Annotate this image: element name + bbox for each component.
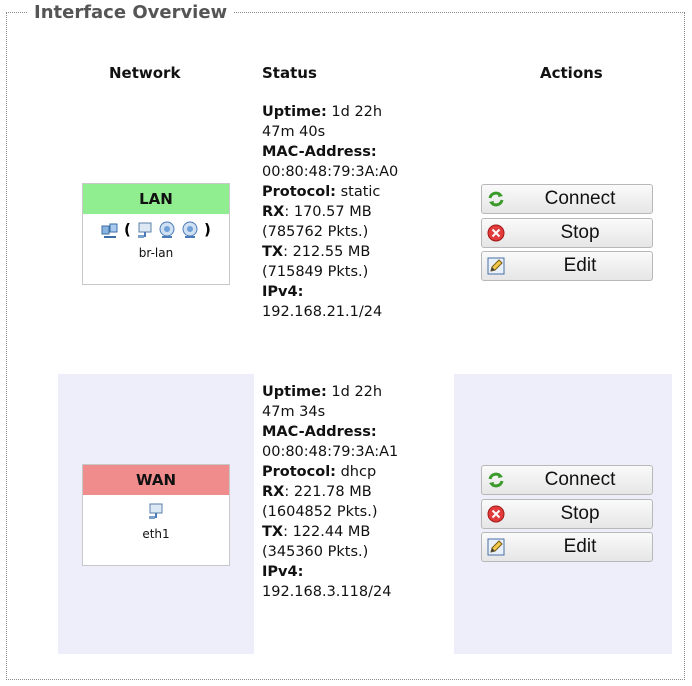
device-name: eth1: [142, 527, 170, 541]
paren-close: ): [203, 220, 211, 239]
reload-icon: [488, 472, 504, 488]
column-header-actions: Actions: [540, 64, 603, 82]
uptime-value-cont: 47m 34s: [262, 404, 326, 420]
rx-pkts: (1604852 Pkts.): [262, 504, 378, 520]
tx-value: : 212.55 MB: [283, 244, 371, 260]
network-badge-wan[interactable]: WAN eth1: [82, 464, 230, 566]
ipv4-label: IPv4:: [262, 564, 304, 580]
mac-label: MAC-Address:: [262, 144, 377, 160]
mac-label: MAC-Address:: [262, 424, 377, 440]
tx-value: : 122.44 MB: [283, 524, 371, 540]
ethernet-port-icon: [137, 222, 152, 238]
ipv4-label: IPv4:: [262, 284, 304, 300]
uptime-label: Uptime:: [262, 384, 327, 400]
lan-stop-button[interactable]: Stop: [481, 218, 653, 248]
tx-label: TX: [262, 244, 284, 260]
uptime-value-cont: 47m 40s: [262, 124, 326, 140]
wan-stop-button[interactable]: Stop: [481, 499, 653, 529]
button-label: Connect: [544, 188, 616, 209]
protocol-value: static: [340, 184, 381, 200]
device-name: br-lan: [138, 246, 174, 260]
paren-open: (: [123, 220, 131, 239]
wan-connect-button[interactable]: Connect: [481, 465, 653, 495]
rx-value: : 221.78 MB: [284, 484, 372, 500]
rx-label: RX: [262, 204, 285, 220]
wan-status: Uptime: 1d 22h 47m 34s MAC-Address: 00:8…: [262, 382, 458, 602]
mac-value: 00:80:48:79:3A:A1: [262, 444, 399, 460]
lan-status: Uptime: 1d 22h 47m 40s MAC-Address: 00:8…: [262, 102, 458, 322]
rx-label: RX: [262, 484, 285, 500]
network-name: LAN: [83, 184, 229, 214]
rx-value: : 170.57 MB: [284, 204, 372, 220]
wireless-icon: [182, 221, 198, 238]
protocol-label: Protocol:: [262, 184, 336, 200]
lan-connect-button[interactable]: Connect: [481, 184, 653, 214]
bridge-icon: [101, 223, 118, 238]
ipv4-value: 192.168.3.118/24: [262, 584, 392, 600]
button-label: Stop: [560, 503, 600, 524]
uptime-label: Uptime:: [262, 104, 327, 120]
stop-icon: [487, 505, 505, 523]
reload-icon: [488, 191, 504, 207]
tx-pkts: (715849 Pkts.): [262, 264, 369, 280]
rx-pkts: (785762 Pkts.): [262, 224, 369, 240]
protocol-value: dhcp: [340, 464, 377, 480]
button-label: Stop: [560, 222, 600, 243]
button-label: Edit: [563, 536, 597, 557]
button-label: Edit: [563, 255, 597, 276]
uptime-value: 1d 22h: [331, 384, 383, 400]
tx-label: TX: [262, 524, 284, 540]
edit-icon: [487, 538, 505, 556]
section-title: Interface Overview: [28, 2, 234, 24]
button-label: Connect: [544, 469, 616, 490]
network-name: WAN: [83, 465, 229, 495]
edit-icon: [487, 257, 505, 275]
uptime-value: 1d 22h: [331, 104, 383, 120]
protocol-label: Protocol:: [262, 464, 336, 480]
wireless-icon: [159, 221, 175, 238]
tx-pkts: (345360 Pkts.): [262, 544, 369, 560]
stop-icon: [487, 224, 505, 242]
ethernet-port-icon: [149, 503, 163, 519]
wan-device-icons: [83, 501, 229, 527]
wan-edit-button[interactable]: Edit: [481, 532, 653, 562]
lan-device-icons: ( ): [83, 220, 229, 246]
column-header-status: Status: [262, 64, 317, 82]
network-badge-lan[interactable]: LAN ( ) br-lan: [82, 183, 230, 285]
ipv4-value: 192.168.21.1/24: [262, 304, 383, 320]
column-header-network: Network: [109, 64, 181, 82]
lan-edit-button[interactable]: Edit: [481, 251, 653, 281]
mac-value: 00:80:48:79:3A:A0: [262, 164, 399, 180]
